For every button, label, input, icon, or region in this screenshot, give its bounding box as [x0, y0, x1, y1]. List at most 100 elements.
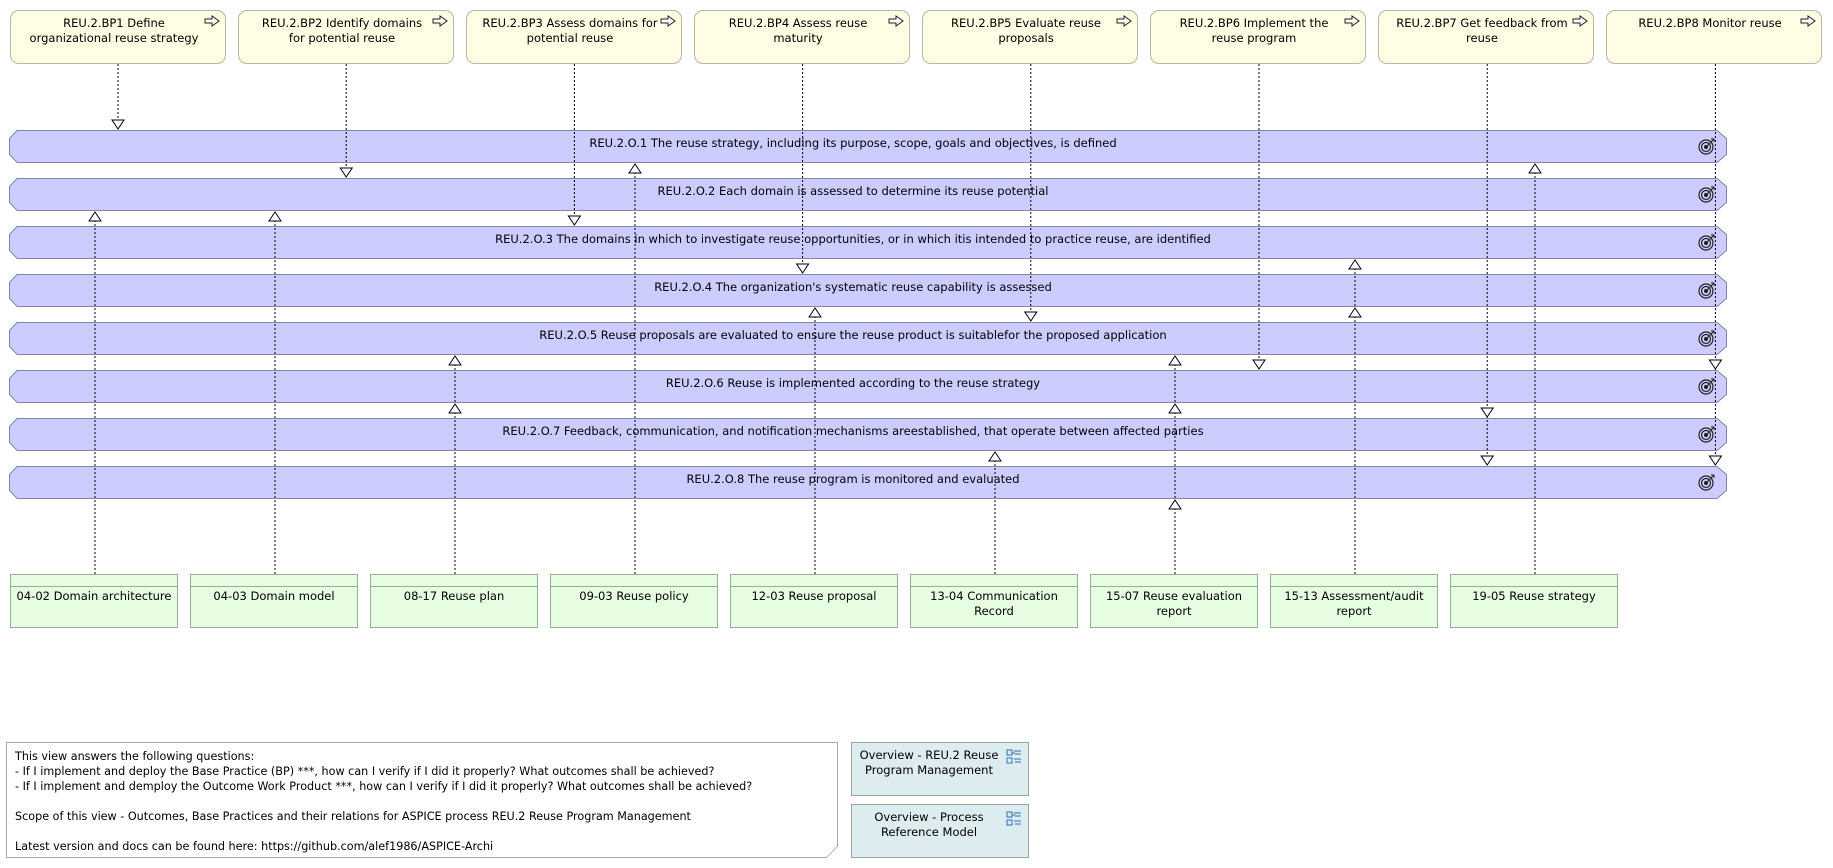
arrowhead-down [1252, 359, 1266, 370]
view-reference-label: Overview - REU.2 Reuse Program Managemen… [859, 748, 999, 777]
base-practice-label: REU.2.BP8 Monitor reuse [1638, 16, 1782, 30]
work-product-label: 04-03 Domain model [213, 589, 335, 603]
arrowhead-down [1480, 455, 1495, 466]
process-arrow-icon [1800, 15, 1816, 27]
outcome-label: REU.2.O.4 The organization's systematic … [654, 280, 1052, 294]
work-product-header-line [191, 586, 357, 587]
work-product-label: 19-05 Reuse strategy [1472, 589, 1596, 603]
arrowhead-down [795, 263, 810, 274]
view-reference-icon [1006, 749, 1021, 764]
base-practice-label: REU.2.BP2 Identify domains for potential… [261, 16, 423, 45]
target-goal-icon [1698, 426, 1715, 443]
target-goal-icon [1698, 186, 1715, 203]
arrowhead-down [1023, 311, 1038, 322]
outcome-label: REU.2.O.8 The reuse program is monitored… [686, 472, 1020, 486]
work-product-header-line [371, 586, 537, 587]
work-product-label: 08-17 Reuse plan [403, 589, 505, 603]
outcome-o5[interactable]: REU.2.O.5 Reuse proposals are evaluated … [9, 322, 1727, 355]
work-product-header-line [551, 586, 717, 587]
base-practice-label: REU.2.BP6 Implement the reuse program [1179, 16, 1329, 45]
work-product-15-07[interactable]: 15-07 Reuse evaluation report [1090, 574, 1258, 628]
work-product-label: 15-13 Assessment/audit report [1284, 589, 1424, 618]
base-practice-label: REU.2.BP1 Define organizational reuse st… [29, 16, 199, 45]
base-practice-bp5[interactable]: REU.2.BP5 Evaluate reuse proposals [922, 10, 1138, 64]
arrowhead-up [268, 211, 282, 222]
arrowhead-up [448, 355, 462, 366]
base-practice-bp3[interactable]: REU.2.BP3 Assess domains for potential r… [466, 10, 682, 64]
work-product-header-line [1271, 586, 1437, 587]
process-arrow-icon [432, 15, 448, 27]
arrowhead-down [567, 215, 582, 226]
outcome-o8[interactable]: REU.2.O.8 The reuse program is monitored… [9, 466, 1727, 499]
work-product-label: 09-03 Reuse policy [579, 589, 689, 603]
work-product-09-03[interactable]: 09-03 Reuse policy [550, 574, 718, 628]
process-arrow-icon [1344, 15, 1360, 27]
arrowhead-up [1168, 403, 1182, 414]
base-practice-label: REU.2.BP3 Assess domains for potential r… [482, 16, 658, 45]
arrowhead-up [988, 451, 1002, 462]
outcome-o7[interactable]: REU.2.O.7 Feedback, communication, and n… [9, 418, 1727, 451]
work-product-19-05[interactable]: 19-05 Reuse strategy [1450, 574, 1618, 628]
arrowhead-down [1708, 455, 1723, 466]
outcome-o4[interactable]: REU.2.O.4 The organization's systematic … [9, 274, 1727, 307]
base-practice-bp4[interactable]: REU.2.BP4 Assess reuse maturity [694, 10, 910, 64]
arrowhead-up [448, 403, 462, 414]
outcome-label: REU.2.O.7 Feedback, communication, and n… [502, 424, 1204, 438]
outcome-label: REU.2.O.3 The domains in which to invest… [495, 232, 1211, 246]
process-arrow-icon [888, 15, 904, 27]
work-product-header-line [911, 586, 1077, 587]
arrowhead-up [88, 211, 102, 222]
outcome-label: REU.2.O.1 The reuse strategy, including … [589, 136, 1117, 150]
outcome-o2[interactable]: REU.2.O.2 Each domain is assessed to det… [9, 178, 1727, 211]
description-note[interactable]: This view answers the following question… [6, 742, 838, 858]
base-practice-bp7[interactable]: REU.2.BP7 Get feedback from reuse [1378, 10, 1594, 64]
target-goal-icon [1698, 138, 1715, 155]
work-product-12-03[interactable]: 12-03 Reuse proposal [730, 574, 898, 628]
view-reference-icon [1006, 811, 1021, 826]
base-practice-bp8[interactable]: REU.2.BP8 Monitor reuse [1606, 10, 1822, 64]
work-product-15-13[interactable]: 15-13 Assessment/audit report [1270, 574, 1438, 628]
work-product-label: 12-03 Reuse proposal [751, 589, 877, 603]
arrowhead-down [111, 119, 125, 130]
outcome-o3[interactable]: REU.2.O.3 The domains in which to invest… [9, 226, 1727, 259]
arrowhead-up [628, 163, 642, 174]
target-goal-icon [1698, 282, 1715, 299]
work-product-04-02[interactable]: 04-02 Domain architecture [10, 574, 178, 628]
outcome-label: REU.2.O.2 Each domain is assessed to det… [657, 184, 1049, 198]
outcome-o6[interactable]: REU.2.O.6 Reuse is implemented according… [9, 370, 1727, 403]
outcome-label: REU.2.O.5 Reuse proposals are evaluated … [539, 328, 1167, 342]
arrowhead-down [1708, 359, 1723, 370]
arrowhead-up [1168, 499, 1182, 510]
base-practice-label: REU.2.BP4 Assess reuse maturity [728, 16, 868, 45]
work-product-header-line [1091, 586, 1257, 587]
base-practice-label: REU.2.BP5 Evaluate reuse proposals [951, 16, 1101, 45]
arrowhead-up [808, 307, 822, 318]
process-arrow-icon [1116, 15, 1132, 27]
work-product-label: 15-07 Reuse evaluation report [1105, 589, 1243, 618]
target-goal-icon [1698, 330, 1715, 347]
target-goal-icon [1698, 474, 1715, 491]
work-product-label: 13-04 Communication Record [930, 589, 1058, 618]
arrowhead-up [1348, 259, 1362, 270]
work-product-13-04[interactable]: 13-04 Communication Record [910, 574, 1078, 628]
arrowhead-up [1528, 163, 1542, 174]
base-practice-bp6[interactable]: REU.2.BP6 Implement the reuse program [1150, 10, 1366, 64]
target-goal-icon [1698, 234, 1715, 251]
process-arrow-icon [1572, 15, 1588, 27]
work-product-header-line [731, 586, 897, 587]
outcome-label: REU.2.O.6 Reuse is implemented according… [665, 376, 1041, 390]
work-product-04-03[interactable]: 04-03 Domain model [190, 574, 358, 628]
base-practice-bp1[interactable]: REU.2.BP1 Define organizational reuse st… [10, 10, 226, 64]
view-reference-label: Overview - Process Reference Model [874, 810, 984, 839]
process-arrow-icon [204, 15, 220, 27]
base-practice-bp2[interactable]: REU.2.BP2 Identify domains for potential… [238, 10, 454, 64]
arrowhead-down [339, 167, 354, 178]
outcome-o1[interactable]: REU.2.O.1 The reuse strategy, including … [9, 130, 1727, 163]
view-reference-process-reference-model[interactable]: Overview - Process Reference Model [851, 804, 1029, 858]
note-folded-corner [826, 846, 838, 858]
note-text: This view answers the following question… [15, 750, 753, 853]
work-product-08-17[interactable]: 08-17 Reuse plan [370, 574, 538, 628]
work-product-header-line [1451, 586, 1617, 587]
view-reference-reu2-overview[interactable]: Overview - REU.2 Reuse Program Managemen… [851, 742, 1029, 796]
base-practice-label: REU.2.BP7 Get feedback from reuse [1396, 16, 1568, 45]
